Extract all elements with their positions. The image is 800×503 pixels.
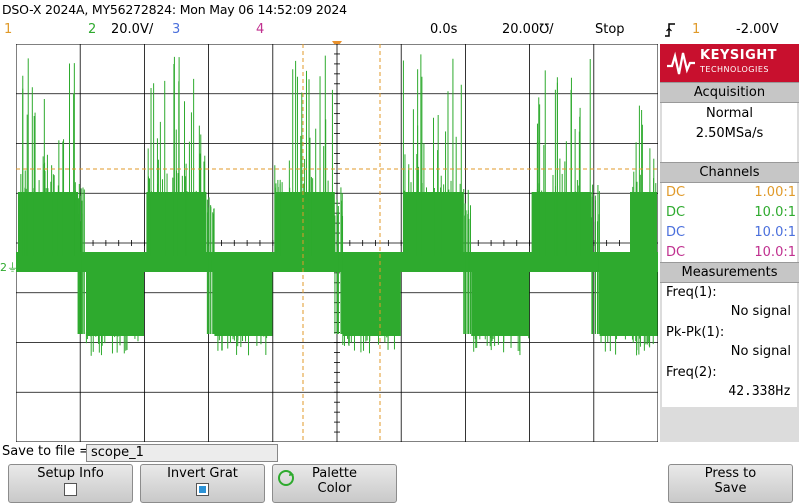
time-delay: 0.0s (430, 22, 458, 37)
measurements-section: Freq(1): No signal Pk-Pk(1): No signal F… (662, 283, 797, 407)
ch1-indicator[interactable]: 1 (4, 22, 12, 40)
scope-display[interactable] (16, 44, 658, 442)
ch4-indicator[interactable]: 4 (256, 22, 264, 40)
press-to-save-line1: Press to (704, 466, 757, 481)
waveform-low-block (214, 270, 273, 336)
brand-name: KEYSIGHT (700, 48, 777, 63)
run-state: Stop (595, 22, 625, 37)
info-panel: KEYSIGHT TECHNOLOGIES Acquisition Normal… (660, 44, 799, 442)
invert-grat-checkbox[interactable] (196, 483, 209, 496)
keysight-logo: KEYSIGHT TECHNOLOGIES (660, 44, 799, 82)
ch1-probe: 1.00:1 (754, 185, 796, 200)
rotate-knob-icon (278, 470, 294, 486)
waveform-low-block (599, 270, 658, 336)
palette-color-button[interactable]: Palette Color (272, 464, 397, 503)
trigger-edge-icon (664, 22, 676, 40)
brand-subtitle: TECHNOLOGIES (700, 65, 769, 74)
meas-2-value: No signal (730, 344, 791, 359)
invert-grat-button[interactable]: Invert Grat (140, 464, 265, 503)
setup-info-button[interactable]: Setup Info (8, 464, 133, 503)
waveform-high-block (531, 192, 592, 256)
time-scale: 20.00℧/ (502, 22, 554, 37)
sample-rate: 2.50MSa/s (695, 126, 764, 141)
ch2-probe: 10.0:1 (754, 205, 796, 220)
ch1-coupling: DC (666, 185, 686, 200)
channel-row-4: DC 10.0:1 (666, 243, 796, 263)
waveform-low-block (342, 270, 401, 336)
acquisition-mode: Normal (705, 106, 754, 121)
channels-section: DC 1.00:1 DC 10.0:1 DC 10.0:1 DC 10.0:1 (662, 183, 797, 263)
invert-grat-label: Invert Grat (167, 466, 238, 481)
meas-1-value: No signal (730, 304, 791, 319)
ch4-probe: 10.0:1 (754, 245, 796, 260)
channel-row-2: DC 10.0:1 (666, 203, 796, 223)
channel-row-3: DC 10.0:1 (666, 223, 796, 243)
trigger-level: -2.00V (736, 22, 779, 37)
save-label: Save to file = (2, 444, 91, 459)
meas-1-label: Freq(1): (666, 285, 717, 300)
setup-info-label: Setup Info (37, 466, 104, 481)
save-filename-field[interactable]: scope_1 (86, 444, 278, 462)
ch3-probe: 10.0:1 (754, 225, 796, 240)
ch4-coupling: DC (666, 245, 686, 260)
meas-3-value: 42.338Hz (728, 384, 791, 399)
trigger-source: 1 (692, 22, 701, 37)
press-to-save-button[interactable]: Press to Save (668, 464, 793, 503)
ch2-scale: 20.0V/ (111, 22, 154, 37)
window-title: DSO-X 2024A, MY56272824: Mon May 06 14:5… (2, 2, 347, 17)
waveform-low-block (86, 270, 144, 336)
ch2-indicator[interactable]: 2 (88, 22, 96, 40)
acquisition-section: Normal 2.50MSa/s (662, 103, 797, 163)
meas-3-label: Freq(2): (666, 365, 717, 380)
ch3-coupling: DC (666, 225, 686, 240)
measurements-heading: Measurements (660, 262, 799, 283)
ch3-indicator[interactable]: 3 (172, 22, 180, 40)
keysight-wave-icon (667, 51, 695, 75)
ch2-coupling: DC (666, 205, 686, 220)
setup-info-checkbox[interactable] (64, 483, 77, 496)
meas-2-label: Pk-Pk(1): (666, 325, 725, 340)
press-to-save-line2: Save (714, 481, 747, 496)
waveform-low-block (471, 270, 530, 336)
channels-heading: Channels (660, 162, 799, 183)
channel-row-1: DC 1.00:1 (666, 183, 796, 203)
acquisition-heading: Acquisition (660, 82, 799, 103)
